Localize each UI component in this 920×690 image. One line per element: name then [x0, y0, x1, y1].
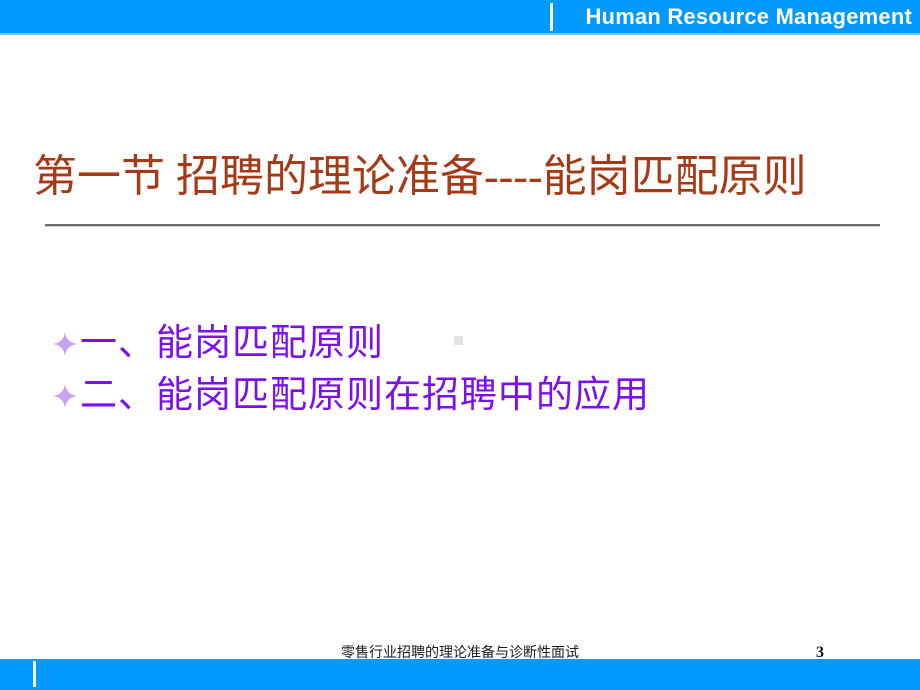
- stray-mark: [454, 336, 463, 345]
- header-bar-underline: [0, 33, 920, 35]
- slide-canvas: Human Resource Management 第一节 招聘的理论准备---…: [0, 0, 920, 690]
- header-title: Human Resource Management: [585, 4, 912, 29]
- list-item-label: 二、能岗匹配原则在招聘中的应用: [80, 375, 650, 416]
- bullet-list: 一、能岗匹配原则 二、能岗匹配原则在招聘中的应用: [52, 318, 852, 422]
- footer-divider-icon: [33, 661, 36, 687]
- page-number: 3: [816, 644, 824, 661]
- page-title: 第一节 招聘的理论准备----能岗匹配原则: [33, 152, 807, 201]
- footer-note: 零售行业招聘的理论准备与诊断性面试: [341, 646, 579, 661]
- four-point-star-bullet-icon: [52, 331, 78, 357]
- title-underline-rule: [45, 224, 880, 227]
- list-item-label: 一、能岗匹配原则: [80, 323, 384, 364]
- list-item[interactable]: 二、能岗匹配原则在招聘中的应用: [52, 370, 852, 422]
- footer-bar: [0, 659, 920, 690]
- list-item[interactable]: 一、能岗匹配原则: [52, 318, 852, 370]
- header-divider-icon: [550, 3, 553, 31]
- four-point-star-bullet-icon: [52, 383, 78, 409]
